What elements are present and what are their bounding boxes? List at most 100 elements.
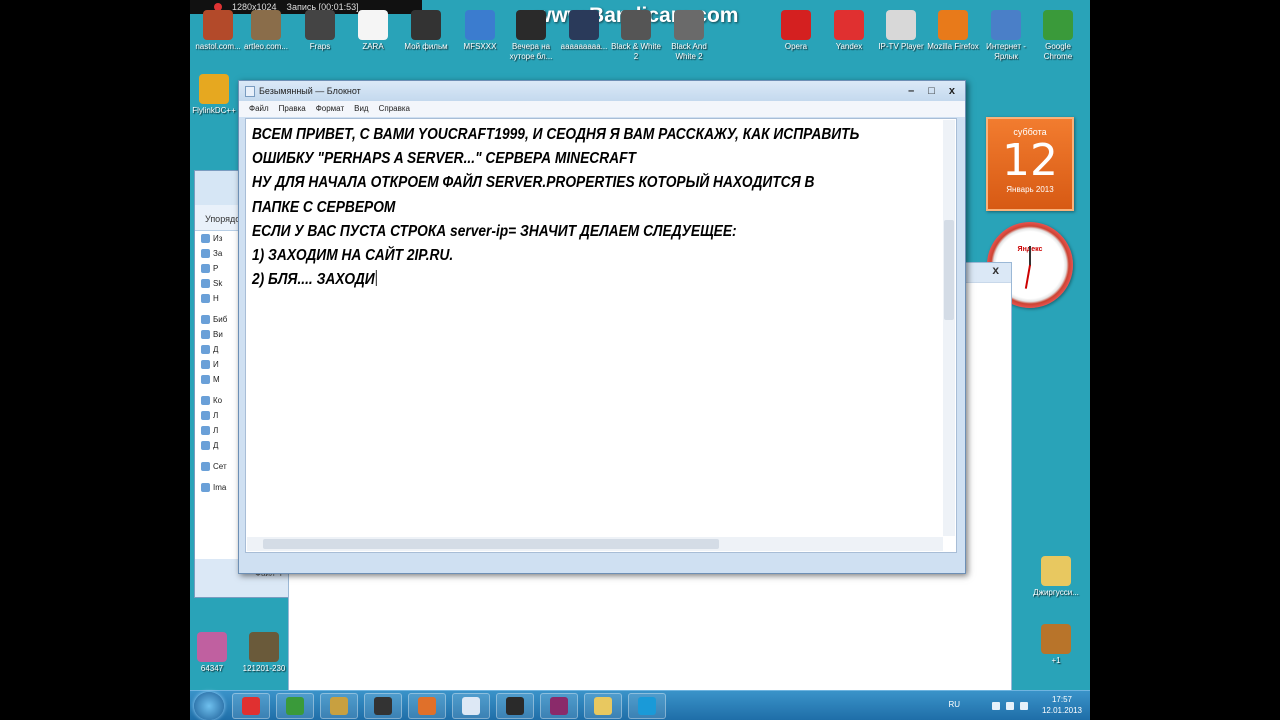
app-icon [938, 10, 968, 40]
desktop-icon-left-1[interactable]: 64347 [190, 632, 240, 674]
taskbar-button-chrome[interactable] [276, 693, 314, 719]
desktop-icon-label: Google Chrome [1043, 42, 1073, 61]
language-indicator[interactable]: RU [948, 700, 960, 709]
desktop-icon-left-2[interactable]: 121201-230 [236, 632, 292, 674]
menu-view[interactable]: Вид [354, 101, 368, 117]
calendar-month-year: Январь 2013 [1006, 185, 1054, 194]
app-icon [674, 10, 704, 40]
app-icon [516, 10, 546, 40]
desktop-icon-top-13[interactable]: Mozilla Firefox [925, 10, 981, 52]
taskbar-button-skype[interactable] [628, 693, 666, 719]
close-button[interactable]: x [949, 81, 955, 101]
folder-icon [201, 264, 210, 273]
notepad-window[interactable]: Безымянный — Блокнот – □ x Файл Правка Ф… [238, 80, 966, 574]
vertical-scroll-thumb[interactable] [944, 220, 954, 320]
desktop-icon-top-12[interactable]: IP-TV Player [873, 10, 929, 52]
folder-icon [201, 411, 210, 420]
app-icon [251, 10, 281, 40]
app-icon [1043, 10, 1073, 40]
notepad-text-area[interactable]: ВСЕМ ПРИВЕТ, С ВАМИ YOUCRAFT1999, И СЕОД… [245, 118, 957, 553]
desktop-icon-top-14[interactable]: Интернет - Ярлык [978, 10, 1034, 62]
horizontal-scroll-thumb[interactable] [263, 539, 719, 549]
menu-file[interactable]: Файл [249, 101, 269, 117]
desktop-icon-label: ZARA [362, 42, 384, 51]
desktop-icon-top-2[interactable]: Fraps [292, 10, 348, 52]
maximize-button[interactable]: □ [928, 81, 935, 101]
desktop-icon-label: Yandex [835, 42, 863, 51]
explorer-nav-label: Н [213, 294, 219, 303]
desktop-icon-top-6[interactable]: Вечера на хуторе бл... [503, 10, 559, 62]
menu-edit[interactable]: Правка [279, 101, 306, 117]
desktop-icon-top-7[interactable]: ааааааааа... [556, 10, 612, 52]
folder-icon [201, 396, 210, 405]
taskbar-button-yandex-browser[interactable] [232, 693, 270, 719]
desktop-icon-top-3[interactable]: ZARA [345, 10, 401, 52]
text-caret [375, 270, 377, 287]
app-icon [305, 10, 335, 40]
text-line: 1) ЗАХОДИМ НА САЙТ 2IP.RU. [252, 247, 454, 265]
taskbar-button-microphone[interactable] [364, 693, 402, 719]
tray-network-icon[interactable] [992, 702, 1000, 710]
explorer-nav-label: Из [213, 234, 223, 243]
desktop-icon-left-0[interactable]: FlylinkDC++ [190, 74, 242, 116]
desktop-icon-top-1[interactable]: artleo.com... [238, 10, 294, 52]
explorer-nav-label: Ви [213, 330, 223, 339]
desktop-icon-label: Вечера на хуторе бл... [509, 42, 553, 61]
text-line-current: 2) БЛЯ.... ЗАХОДИ [252, 268, 852, 292]
menu-help[interactable]: Справка [379, 101, 410, 117]
taskbar-button-paint[interactable] [320, 693, 358, 719]
notepad-icon [462, 697, 480, 715]
tray-flag-icon[interactable] [1020, 702, 1028, 710]
app-icon [203, 10, 233, 40]
desktop-icon-top-4[interactable]: Мой фильм [398, 10, 454, 52]
desktop-icon-top-5[interactable]: MFSXXX [452, 10, 508, 52]
desktop-icon-top-9[interactable]: Black And White 2 [661, 10, 717, 62]
game-icon [506, 697, 524, 715]
folder-icon [201, 294, 210, 303]
text-line: ЕСЛИ У ВАС ПУСТА СТРОКА server-ip= ЗНАЧИ… [252, 222, 737, 240]
vertical-scrollbar[interactable] [943, 120, 955, 536]
skype-icon [638, 697, 656, 715]
folder-icon [201, 279, 210, 288]
folder-icon [201, 462, 210, 471]
taskbar-button-winrar[interactable] [540, 693, 578, 719]
folder-icon [201, 426, 210, 435]
calendar-gadget[interactable]: суббота 12 Январь 2013 [986, 117, 1074, 211]
desktop-icon-label: Mozilla Firefox [927, 42, 979, 51]
start-button[interactable] [194, 692, 224, 720]
taskbar-button-game[interactable] [496, 693, 534, 719]
app-icon [621, 10, 651, 40]
taskbar-button-media-player[interactable] [408, 693, 446, 719]
desktop-icon-top-10[interactable]: Opera [768, 10, 824, 52]
menu-format[interactable]: Формат [316, 101, 344, 117]
explorer-nav-label: Д [213, 441, 219, 450]
calendar-day: 12 [1002, 135, 1058, 186]
desktop-icon-label: MFSXXX [463, 42, 497, 51]
background-window-close-button[interactable]: x [992, 263, 999, 277]
explorer-nav-label: И [213, 360, 219, 369]
taskbar-button-notepad[interactable] [452, 693, 490, 719]
desktop: 1280x1024 Запись [00:01:53] www.Bandicam… [190, 0, 1090, 720]
minimize-button[interactable]: – [908, 81, 914, 101]
explorer-nav-label: Д [213, 345, 219, 354]
desktop-icon-right-1[interactable]: +1 [1028, 624, 1084, 666]
tray-clock[interactable]: 17:57 12.01.2013 [1042, 694, 1082, 716]
explorer-nav-label: Л [213, 411, 219, 420]
folder-icon [201, 483, 210, 492]
app-icon [991, 10, 1021, 40]
text-line: ОШИБКУ "PERHAPS A SERVER..." СЕРВЕРА MIN… [252, 150, 636, 168]
desktop-icon-top-11[interactable]: Yandex [821, 10, 877, 52]
notepad-titlebar[interactable]: Безымянный — Блокнот – □ x [239, 81, 965, 101]
taskbar-button-explorer[interactable] [584, 693, 622, 719]
app-icon [834, 10, 864, 40]
app-icon [1041, 556, 1071, 586]
horizontal-scrollbar[interactable] [247, 537, 943, 551]
desktop-icon-label: 64347 [200, 664, 224, 673]
clock-hour-hand [1029, 246, 1031, 266]
tray-volume-icon[interactable] [1006, 702, 1014, 710]
desktop-icon-right-0[interactable]: Джиргусси... [1028, 556, 1084, 598]
app-icon [781, 10, 811, 40]
desktop-icon-top-15[interactable]: Google Chrome [1030, 10, 1086, 62]
desktop-icon-top-8[interactable]: Black & White 2 [608, 10, 664, 62]
paint-icon [330, 697, 348, 715]
